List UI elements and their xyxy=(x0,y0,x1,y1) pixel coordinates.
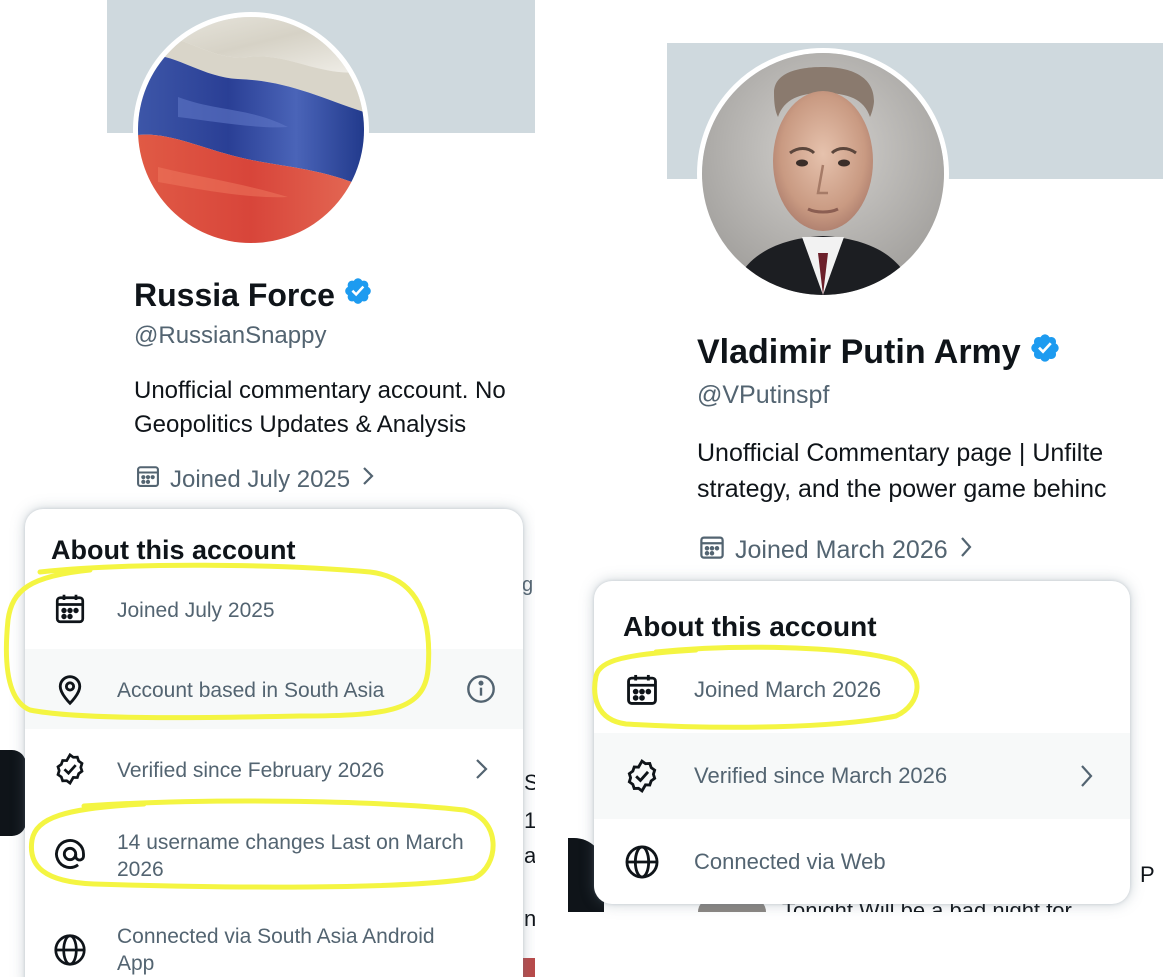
profile-display-name: Vladimir Putin Army xyxy=(697,332,1061,373)
right-profile-screenshot: Vladimir Putin Army @VPutinspf Unofficia… xyxy=(568,0,1163,977)
about-row-text: Joined March 2026 xyxy=(694,677,882,702)
about-card-title: About this account xyxy=(51,535,296,565)
verified-check-icon xyxy=(52,751,88,787)
about-row-text: Account based in South Asia xyxy=(117,679,385,702)
bio-line-1: Unofficial commentary account. No xyxy=(134,377,506,404)
chevron-right-icon xyxy=(358,464,378,495)
info-icon[interactable] xyxy=(465,673,497,705)
joined-date-text: Joined March 2026 xyxy=(735,536,948,564)
left-profile-screenshot: Russia Force @RussianSnappy Unofficial c… xyxy=(0,0,535,977)
about-row-text-line-2: 2026 xyxy=(117,858,164,882)
chevron-right-icon xyxy=(956,534,976,567)
background-image-fragment xyxy=(522,958,535,977)
profile-joined-link[interactable]: Joined March 2026 xyxy=(697,532,976,569)
background-text-fragment: nl xyxy=(524,906,535,931)
verified-badge-icon[interactable] xyxy=(343,276,373,314)
globe-icon xyxy=(623,843,661,881)
about-row-text: Connected via South Asia Android App xyxy=(117,923,435,977)
calendar-icon xyxy=(623,671,661,709)
verified-check-icon xyxy=(623,757,661,795)
about-account-card: About this account Joined March 2026 Ver… xyxy=(594,581,1130,904)
about-row-text: Joined July 2025 xyxy=(117,599,275,622)
about-card-title: About this account xyxy=(623,611,877,642)
about-row-text-line-1: 14 username changes Last on March xyxy=(117,831,464,854)
joined-date-text: Joined July 2025 xyxy=(170,465,351,493)
about-row-username-changes: 14 username changes Last on March 2026 xyxy=(25,809,523,899)
globe-icon xyxy=(52,932,88,968)
about-row-verified[interactable]: Verified since March 2026 xyxy=(594,733,1130,819)
bio-line-1: Unofficial Commentary page | Unfilte xyxy=(697,439,1104,467)
at-sign-icon xyxy=(52,836,88,872)
background-text-fragment: 1 xyxy=(524,808,535,833)
about-row-text: Connected via Web xyxy=(694,849,886,874)
about-row-text-line-1: Connected via South Asia Android xyxy=(117,925,435,948)
display-name-text: Russia Force xyxy=(134,276,335,313)
background-text-fragment: a xyxy=(524,843,535,868)
background-text-fragment: S xyxy=(524,770,535,795)
profile-joined-link[interactable]: Joined July 2025 xyxy=(134,462,378,497)
bio-line-2: Geopolitics Updates & Analysis xyxy=(134,411,467,439)
verified-badge-icon[interactable] xyxy=(1029,332,1061,373)
background-text-fragment: P xyxy=(1140,862,1155,887)
display-name-text: Vladimir Putin Army xyxy=(697,333,1021,371)
about-row-location[interactable]: Account based in South Asia xyxy=(25,649,523,729)
profile-bio: Unofficial Commentary page | Unfilte str… xyxy=(697,436,1107,507)
avatar[interactable] xyxy=(697,48,949,300)
chevron-right-icon xyxy=(1076,761,1096,791)
about-row-connected-via: Connected via South Asia Android App xyxy=(25,899,523,977)
calendar-icon xyxy=(134,462,162,497)
calendar-icon xyxy=(697,532,727,569)
location-pin-icon xyxy=(52,671,88,707)
russian-flag-avatar-image xyxy=(138,17,364,243)
profile-handle: @VPutinspf xyxy=(697,381,830,409)
profile-bio: Unofficial commentary account. No Geopol… xyxy=(134,374,506,442)
screenshot-bottom-edge xyxy=(568,912,1163,977)
about-row-connected-via: Connected via Web xyxy=(594,819,1130,904)
portrait-avatar-image xyxy=(702,53,944,295)
bio-line-2: strategy, and the power game behinc xyxy=(697,474,1107,503)
chevron-right-icon xyxy=(471,755,491,783)
profile-display-name: Russia Force xyxy=(134,276,373,314)
about-row-text-line-2: App xyxy=(117,952,155,976)
about-row-text: 14 username changes Last on March 2026 xyxy=(117,829,464,884)
about-row-joined: Joined March 2026 xyxy=(594,647,1130,733)
background-text-fragment: g xyxy=(522,574,534,596)
profile-handle: @RussianSnappy xyxy=(134,322,327,349)
calendar-icon xyxy=(52,591,88,627)
background-avatar-fragment xyxy=(0,750,26,836)
about-row-text: Verified since February 2026 xyxy=(117,759,385,782)
avatar[interactable] xyxy=(133,12,369,248)
about-account-card: About this account Joined July 2025 Acco… xyxy=(25,509,523,977)
about-row-verified[interactable]: Verified since February 2026 xyxy=(25,729,523,809)
about-row-joined: Joined July 2025 xyxy=(25,569,523,649)
about-row-text: Verified since March 2026 xyxy=(694,763,948,788)
